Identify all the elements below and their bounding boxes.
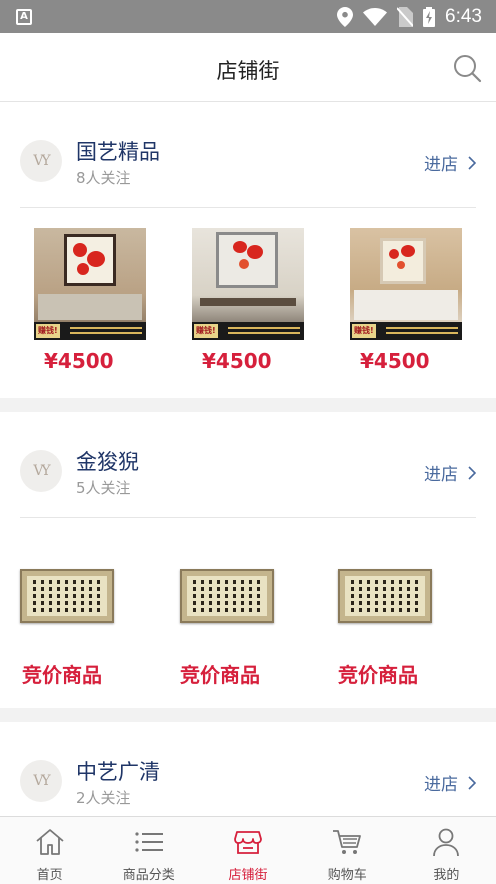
auction-product-label: 竞价商品 <box>22 663 102 687</box>
auction-product-label: 竞价商品 <box>180 663 260 687</box>
product-image: 赚钱! <box>350 228 462 340</box>
product-image: 赚钱! <box>192 228 304 340</box>
tab-label: 首页 <box>36 868 63 883</box>
tab-home[interactable]: 首页 <box>0 817 99 884</box>
product-item[interactable]: 赚钱! ¥4500 <box>22 208 180 398</box>
product-price: ¥4500 <box>202 349 272 373</box>
product-row: 竞价商品 竞价商品 竞价商品 <box>0 518 496 708</box>
tab-shop-street[interactable]: 店铺街 <box>198 817 297 884</box>
tab-label: 我的 <box>433 868 460 883</box>
shop-name: 国艺精品 <box>76 140 160 164</box>
shop-icon <box>234 831 262 854</box>
shop-card: VY 金狻猊 5人关注 进店 竞价商品 竞价商品 竞价商品 <box>0 412 496 708</box>
user-icon <box>433 828 460 857</box>
product-row: 赚钱! ¥4500 赚钱! ¥4500 赚钱! ¥4500 <box>0 208 496 398</box>
shop-logo: VY <box>20 140 62 182</box>
calligraphy-image <box>180 569 274 623</box>
enter-shop-label: 进店 <box>424 155 458 175</box>
top-nav-bar: 店铺街 <box>0 33 496 102</box>
enter-shop-link[interactable]: 进店 <box>424 770 476 795</box>
status-bar: A 6:43 <box>0 0 496 33</box>
home-icon <box>36 829 64 855</box>
notification-a-icon: A <box>16 9 32 25</box>
calligraphy-image <box>338 569 432 623</box>
auction-product-label: 竞价商品 <box>338 663 418 687</box>
shop-followers: 8人关注 <box>76 169 131 187</box>
shop-header[interactable]: VY 中艺广清 2人关注 进店 <box>0 722 496 816</box>
product-item[interactable]: 竞价商品 <box>316 518 474 708</box>
enter-shop-link[interactable]: 进店 <box>424 460 476 485</box>
tab-me[interactable]: 我的 <box>397 817 496 884</box>
shop-logo: VY <box>20 450 62 492</box>
status-icons: 6:43 <box>337 0 482 33</box>
tab-categories[interactable]: 商品分类 <box>99 817 198 884</box>
product-image: 赚钱! <box>34 228 146 340</box>
product-banner-tag: 赚钱! <box>36 324 60 338</box>
shop-logo: VY <box>20 760 62 802</box>
product-item[interactable]: 赚钱! ¥4500 <box>180 208 338 398</box>
shop-followers: 5人关注 <box>76 479 131 497</box>
shop-card: VY 中艺广清 2人关注 进店 <box>0 722 496 816</box>
tab-label: 店铺街 <box>228 868 268 883</box>
shop-header[interactable]: VY 金狻猊 5人关注 进店 <box>0 412 496 518</box>
wifi-icon <box>363 7 388 26</box>
enter-shop-label: 进店 <box>424 465 458 485</box>
tab-label: 商品分类 <box>122 868 175 883</box>
enter-shop-label: 进店 <box>424 775 458 795</box>
no-sim-icon <box>397 6 414 27</box>
chevron-right-icon <box>468 465 476 480</box>
calligraphy-image <box>20 569 114 623</box>
search-icon[interactable] <box>452 53 482 83</box>
status-time: 6:43 <box>445 5 482 27</box>
shop-name: 中艺广清 <box>76 760 160 784</box>
battery-charging-icon <box>423 6 436 27</box>
product-item[interactable]: 竞价商品 <box>158 518 316 708</box>
chevron-right-icon <box>468 775 476 790</box>
shop-followers: 2人关注 <box>76 789 131 807</box>
tab-cart[interactable]: 购物车 <box>298 817 397 884</box>
product-banner-tag: 赚钱! <box>352 324 376 338</box>
cart-icon <box>333 830 362 854</box>
enter-shop-link[interactable]: 进店 <box>424 150 476 175</box>
shop-header[interactable]: VY 国艺精品 8人关注 进店 <box>0 102 496 208</box>
tab-label: 购物车 <box>327 868 367 883</box>
product-price: ¥4500 <box>360 349 430 373</box>
page-title: 店铺街 <box>216 59 280 83</box>
product-item[interactable]: 赚钱! ¥4500 <box>338 208 496 398</box>
list-icon <box>135 832 163 852</box>
product-item[interactable]: 竞价商品 <box>0 518 158 708</box>
product-price: ¥4500 <box>44 349 114 373</box>
shop-name: 金狻猊 <box>76 450 139 474</box>
product-banner-tag: 赚钱! <box>194 324 218 338</box>
bottom-tab-bar: 首页 商品分类 店铺街 购物车 我的 <box>0 816 496 884</box>
shop-list: VY 国艺精品 8人关注 进店 赚钱! ¥4500 赚钱! ¥4500 赚钱! … <box>0 102 496 816</box>
shop-card: VY 国艺精品 8人关注 进店 赚钱! ¥4500 赚钱! ¥4500 赚钱! … <box>0 102 496 398</box>
chevron-right-icon <box>468 155 476 170</box>
location-icon <box>337 6 354 27</box>
